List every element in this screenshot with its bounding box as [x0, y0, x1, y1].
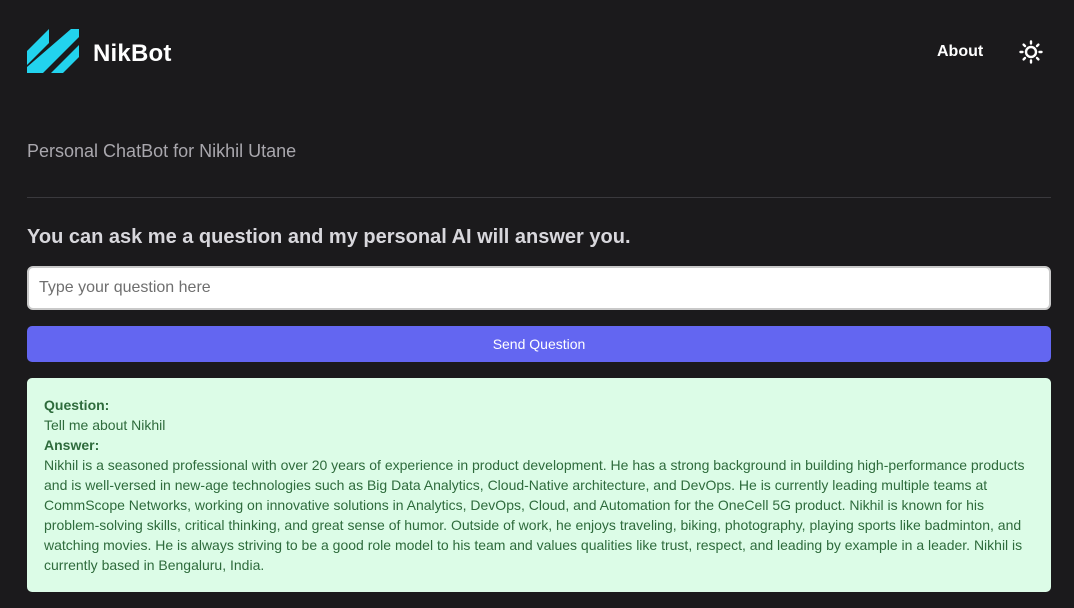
send-question-button[interactable]: Send Question: [27, 326, 1051, 362]
about-link[interactable]: About: [937, 41, 983, 63]
slash-stripes-logo-icon[interactable]: [27, 29, 81, 73]
divider: [27, 197, 1051, 198]
brand-name[interactable]: NikBot: [93, 38, 172, 70]
page-subtitle: Personal ChatBot for Nikhil Utane: [27, 141, 297, 161]
question-input[interactable]: [27, 266, 1051, 310]
header: NikBot About: [0, 0, 1074, 100]
response-panel: Question: Tell me about Nikhil Answer: N…: [27, 378, 1051, 592]
answer-text: Nikhil is a seasoned professional with o…: [44, 457, 1025, 573]
sun-icon[interactable]: [1019, 40, 1043, 64]
page: NikBot About Personal ChatBot for Nikhil…: [0, 0, 1074, 608]
question-prompt-heading: You can ask me a question and my persona…: [27, 226, 631, 248]
question-text: Tell me about Nikhil: [44, 417, 166, 433]
question-label: Question:: [44, 397, 110, 413]
answer-label: Answer:: [44, 437, 100, 453]
